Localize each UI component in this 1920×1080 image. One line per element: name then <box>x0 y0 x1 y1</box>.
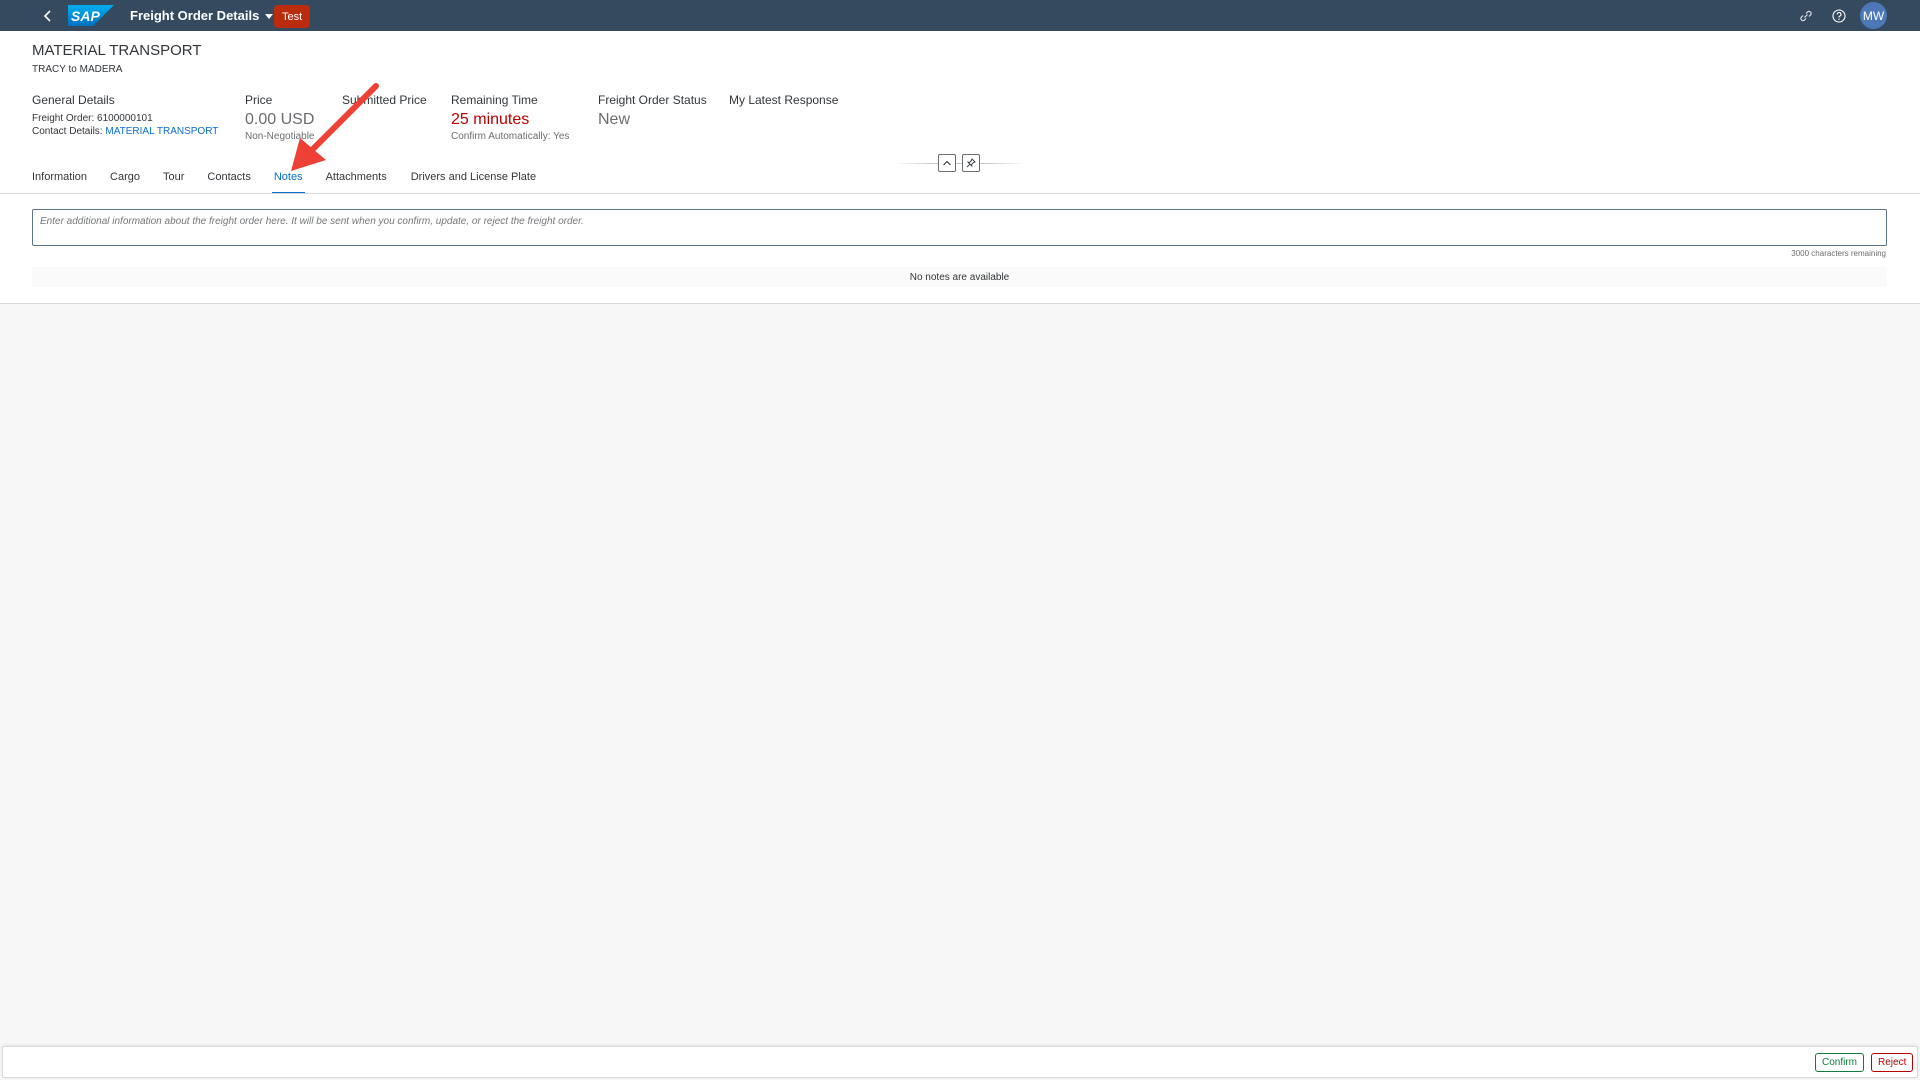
general-details-label: General Details <box>32 93 115 107</box>
back-button[interactable] <box>38 6 58 26</box>
app-title: Freight Order Details <box>130 8 260 23</box>
app-title-menu[interactable]: Freight Order Details <box>130 0 274 31</box>
latest-response-kpi: My Latest Response <box>729 93 838 107</box>
link-button[interactable] <box>1796 6 1816 26</box>
general-details: General Details Freight Order: 610000010… <box>32 93 218 137</box>
tab-attachments[interactable]: Attachments <box>326 171 387 194</box>
user-avatar[interactable]: MW <box>1860 2 1887 29</box>
sap-logo[interactable]: SAP <box>68 5 114 26</box>
no-notes-message: No notes are available <box>32 267 1887 287</box>
price-label: Price <box>245 93 273 107</box>
remaining-time-label: Remaining Time <box>451 93 538 107</box>
contact-details-label: Contact Details: <box>32 126 106 137</box>
tab-notes[interactable]: Notes <box>271 171 305 194</box>
help-icon <box>1832 9 1846 23</box>
object-header: MATERIAL TRANSPORT TRACY to MADERA Gener… <box>0 31 1920 194</box>
remaining-time-value: 25 minutes <box>451 111 530 128</box>
submitted-price-kpi: Submitted Price <box>342 93 427 107</box>
contact-details-link[interactable]: MATERIAL TRANSPORT <box>105 126 218 137</box>
tab-information[interactable]: Information <box>32 171 87 194</box>
logo-text: SAP <box>71 8 100 24</box>
header-collapse-bar <box>895 154 1025 172</box>
notes-input[interactable] <box>32 209 1887 246</box>
remaining-time-kpi: Remaining Time 25 minutes Confirm Automa… <box>451 93 569 142</box>
tab-contacts[interactable]: Contacts <box>207 171 250 194</box>
section-divider <box>0 303 1920 304</box>
chevron-left-icon <box>43 10 51 22</box>
status-value: New <box>598 111 631 128</box>
characters-remaining: 3000 characters remaining <box>1791 249 1886 258</box>
reject-button[interactable]: Reject <box>1871 1053 1914 1072</box>
freight-order-number: Freight Order: 6100000101 <box>32 113 153 124</box>
divider <box>895 163 1025 164</box>
help-button[interactable] <box>1829 6 1849 26</box>
footer-toolbar: Confirm Reject <box>2 1046 1918 1078</box>
price-kpi: Price 0.00 USD Non-Negotiable <box>245 93 315 142</box>
environment-badge: Test <box>274 5 311 28</box>
latest-response-label: My Latest Response <box>729 93 839 107</box>
tab-bar: Information Cargo Tour Contacts Notes At… <box>32 171 536 194</box>
status-kpi: Freight Order Status New <box>598 93 707 129</box>
submitted-price-label: Submitted Price <box>342 93 427 107</box>
chevron-up-icon <box>943 160 951 166</box>
confirm-automatically: Confirm Automatically: Yes <box>451 131 570 142</box>
price-value: 0.00 USD <box>245 111 315 128</box>
notes-section: 3000 characters remaining No notes are a… <box>0 194 1920 304</box>
page-subtitle: TRACY to MADERA <box>32 64 123 75</box>
pin-header-button[interactable] <box>962 154 980 172</box>
caret-down-icon <box>265 13 274 19</box>
contact-details: Contact Details: MATERIAL TRANSPORT <box>32 126 218 137</box>
tab-cargo[interactable]: Cargo <box>110 171 140 194</box>
tab-drivers-and-license-plate[interactable]: Drivers and License Plate <box>411 171 536 194</box>
link-icon <box>1800 10 1812 22</box>
tab-tour[interactable]: Tour <box>163 171 184 194</box>
shell-bar: SAP Freight Order Details Test MW <box>0 0 1920 31</box>
confirm-button[interactable]: Confirm <box>1815 1053 1865 1072</box>
status-label: Freight Order Status <box>598 93 707 107</box>
pin-icon <box>966 158 976 168</box>
page-title: MATERIAL TRANSPORT <box>32 42 202 59</box>
price-note: Non-Negotiable <box>245 131 315 142</box>
collapse-header-button[interactable] <box>938 154 956 172</box>
